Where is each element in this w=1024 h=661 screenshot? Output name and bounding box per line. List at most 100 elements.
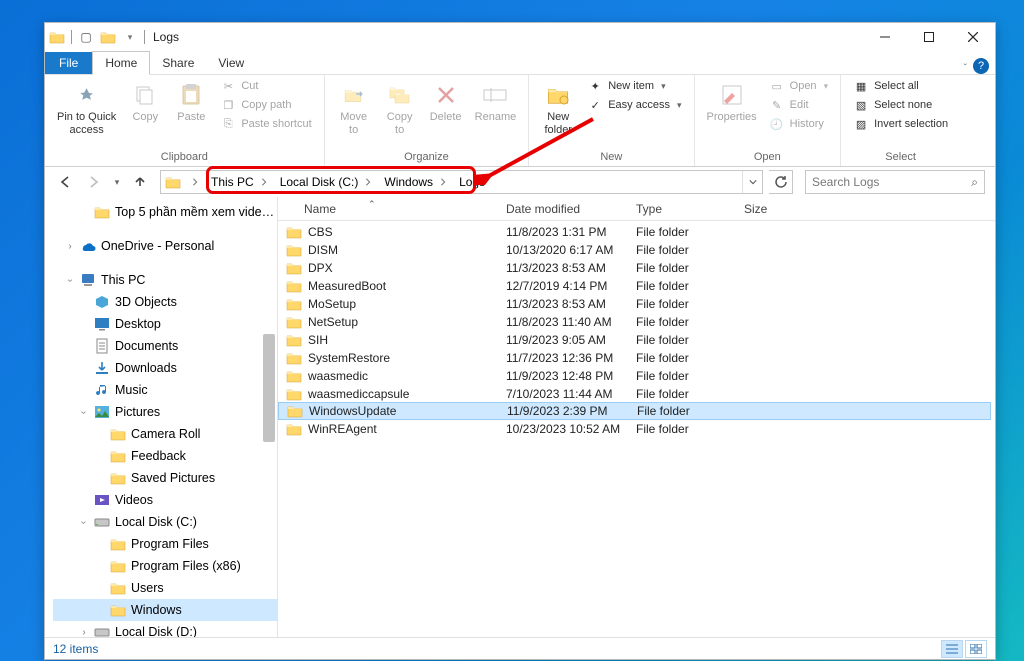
nav-item[interactable]: Videos xyxy=(53,489,277,511)
nav-item[interactable]: Downloads xyxy=(53,357,277,379)
nav-item[interactable]: Windows xyxy=(53,599,277,621)
nav-item[interactable]: Feedback xyxy=(53,445,277,467)
back-button[interactable] xyxy=(55,171,77,193)
tab-file[interactable]: File xyxy=(45,52,92,74)
column-name[interactable]: Name xyxy=(278,202,498,216)
file-row[interactable]: waasmedic11/9/2023 12:48 PMFile folder xyxy=(278,367,995,385)
column-headers[interactable]: ⌃ Name Date modified Type Size xyxy=(278,197,995,221)
file-row[interactable]: SystemRestore11/7/2023 12:36 PMFile fold… xyxy=(278,349,995,367)
path-folder-icon[interactable] xyxy=(163,172,183,192)
paste-shortcut-button[interactable]: ⎘Paste shortcut xyxy=(216,115,315,133)
select-none-button[interactable]: ▧Select none xyxy=(849,96,952,114)
invert-selection-button[interactable]: ▨Invert selection xyxy=(849,115,952,133)
rename-icon xyxy=(481,81,509,109)
cut-button[interactable]: ✂Cut xyxy=(216,77,315,95)
breadcrumb-windows[interactable]: Windows xyxy=(378,171,453,193)
folder-icon xyxy=(286,350,302,366)
new-folder-button[interactable]: New folder xyxy=(537,77,579,140)
invert-selection-icon: ▨ xyxy=(853,116,869,132)
pin-to-quick-access-button[interactable]: Pin to Quick access xyxy=(53,77,120,140)
nav-item[interactable]: ›Pictures xyxy=(53,401,277,423)
file-row[interactable]: DPX11/3/2023 8:53 AMFile folder xyxy=(278,259,995,277)
copy-button[interactable]: Copy xyxy=(124,77,166,128)
file-row[interactable]: WindowsUpdate11/9/2023 2:39 PMFile folde… xyxy=(278,402,991,420)
breadcrumb-root[interactable] xyxy=(185,171,205,193)
file-row[interactable]: DISM10/13/2020 6:17 AMFile folder xyxy=(278,241,995,259)
copy-to-button[interactable]: Copy to xyxy=(379,77,421,140)
file-row[interactable]: SIH11/9/2023 9:05 AMFile folder xyxy=(278,331,995,349)
help-icon[interactable]: ? xyxy=(973,58,989,74)
breadcrumb-cdrive[interactable]: Local Disk (C:) xyxy=(274,171,379,193)
close-button[interactable] xyxy=(951,23,995,51)
nav-item[interactable]: 3D Objects xyxy=(53,291,277,313)
nav-item[interactable]: Users xyxy=(53,577,277,599)
nav-item[interactable]: ›Local Disk (C:) xyxy=(53,511,277,533)
ribbon-collapse-icon[interactable]: ˇ xyxy=(964,63,967,74)
qat-folder-icon xyxy=(49,29,65,45)
refresh-button[interactable] xyxy=(769,170,793,194)
nav-item-icon xyxy=(94,404,110,420)
nav-item[interactable]: Saved Pictures xyxy=(53,467,277,489)
easy-access-button[interactable]: ✓Easy access ▾ xyxy=(583,96,685,114)
breadcrumb-bar[interactable]: This PC Local Disk (C:) Windows Logs xyxy=(160,170,763,194)
copy-path-button[interactable]: ❐Copy path xyxy=(216,96,315,114)
breadcrumb-logs[interactable]: Logs xyxy=(453,171,491,193)
nav-item[interactable]: Music xyxy=(53,379,277,401)
file-row[interactable]: waasmediccapsule7/10/2023 11:44 AMFile f… xyxy=(278,385,995,403)
tab-view[interactable]: View xyxy=(206,52,256,74)
new-item-icon: ✦ xyxy=(587,78,603,94)
move-to-button[interactable]: Move to xyxy=(333,77,375,140)
file-row[interactable]: NetSetup11/8/2023 11:40 AMFile folder xyxy=(278,313,995,331)
rename-button[interactable]: Rename xyxy=(471,77,521,128)
open-button[interactable]: ▭Open ▾ xyxy=(765,77,832,95)
group-label-select: Select xyxy=(885,149,916,165)
nav-item[interactable]: Documents xyxy=(53,335,277,357)
file-row[interactable]: CBS11/8/2023 1:31 PMFile folder xyxy=(278,223,995,241)
delete-icon xyxy=(432,81,460,109)
group-label-open: Open xyxy=(754,149,781,165)
path-dropdown-button[interactable] xyxy=(742,171,762,193)
qat-newfolder-icon[interactable] xyxy=(100,29,116,45)
maximize-button[interactable] xyxy=(907,23,951,51)
details-view-button[interactable] xyxy=(941,640,963,658)
new-item-button[interactable]: ✦New item ▾ xyxy=(583,77,685,95)
quickaccess-recent-item[interactable]: Top 5 phần mềm xem video trên máy tính xyxy=(53,201,277,223)
nav-item[interactable]: Camera Roll xyxy=(53,423,277,445)
qat-properties-icon[interactable]: ▢ xyxy=(78,29,94,45)
column-size[interactable]: Size xyxy=(736,202,796,216)
folder-icon xyxy=(286,296,302,312)
paste-button[interactable]: Paste xyxy=(170,77,212,128)
search-input[interactable]: Search Logs ⌕ xyxy=(805,170,985,194)
nav-item-icon xyxy=(110,580,126,596)
folder-icon xyxy=(286,314,302,330)
navigation-pane[interactable]: Top 5 phần mềm xem video trên máy tính ›… xyxy=(45,197,278,637)
nav-item[interactable]: Program Files xyxy=(53,533,277,555)
nav-item[interactable]: Program Files (x86) xyxy=(53,555,277,577)
tab-share[interactable]: Share xyxy=(150,52,206,74)
onedrive-item[interactable]: ›OneDrive - Personal xyxy=(53,235,277,257)
qat-customize-icon[interactable]: ▾ xyxy=(122,29,138,45)
nav-item[interactable]: Desktop xyxy=(53,313,277,335)
recent-locations-button[interactable]: ▾ xyxy=(111,171,123,193)
up-button[interactable] xyxy=(129,171,151,193)
group-clipboard: Pin to Quick access Copy Paste ✂Cut ❐Cop… xyxy=(45,75,325,166)
navpane-scrollbar-thumb[interactable] xyxy=(263,334,275,442)
delete-button[interactable]: Delete xyxy=(425,77,467,128)
select-all-button[interactable]: ▦Select all xyxy=(849,77,952,95)
nav-item[interactable]: ›Local Disk (D:) xyxy=(53,621,277,637)
thispc-item[interactable]: ›This PC xyxy=(53,269,277,291)
large-icons-view-button[interactable] xyxy=(965,640,987,658)
file-row[interactable]: MeasuredBoot12/7/2019 4:14 PMFile folder xyxy=(278,277,995,295)
tab-home[interactable]: Home xyxy=(92,51,150,75)
minimize-button[interactable] xyxy=(863,23,907,51)
edit-button[interactable]: ✎Edit xyxy=(765,96,832,114)
column-date[interactable]: Date modified xyxy=(498,202,628,216)
folder-icon xyxy=(94,204,110,220)
properties-button[interactable]: Properties xyxy=(703,77,761,128)
file-row[interactable]: MoSetup11/3/2023 8:53 AMFile folder xyxy=(278,295,995,313)
file-row[interactable]: WinREAgent10/23/2023 10:52 AMFile folder xyxy=(278,420,995,438)
breadcrumb-thispc[interactable]: This PC xyxy=(205,171,274,193)
column-type[interactable]: Type xyxy=(628,202,736,216)
history-button[interactable]: 🕘History xyxy=(765,115,832,133)
forward-button[interactable] xyxy=(83,171,105,193)
